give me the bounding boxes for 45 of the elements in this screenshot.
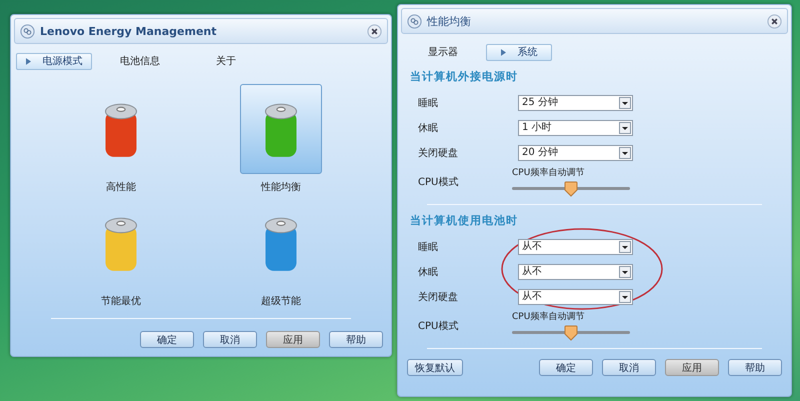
reset-button[interactable]: 恢复默认 [407, 359, 463, 376]
tab[interactable]: 关于 [188, 52, 264, 70]
mode-label: 节能最优 [101, 294, 141, 308]
dialog-button[interactable]: 取消 [203, 331, 257, 348]
dialog-button[interactable]: 确定 [539, 359, 593, 376]
tab[interactable]: 系统 [486, 44, 552, 60]
dialog-button[interactable]: 取消 [602, 359, 656, 376]
dropdown-field[interactable]: 从不 [518, 264, 633, 280]
close-icon[interactable] [767, 14, 782, 28]
setting-label: 关闭硬盘 [417, 146, 459, 160]
window-title: 性能均衡 [427, 14, 472, 28]
triangle-icon [500, 48, 506, 56]
mode-label: 超级节能 [261, 294, 301, 308]
dropdown-field[interactable]: 20 分钟 [518, 144, 633, 160]
setting-label: 关闭硬盘 [417, 290, 459, 304]
tab[interactable]: 电源模式 [16, 52, 92, 70]
setting-label: 休眠 [417, 122, 439, 134]
triangle-icon [26, 58, 30, 64]
setting-label: CPU模式 [417, 320, 460, 333]
tab[interactable]: 显示器 [410, 44, 476, 60]
slider-caption: CPU频率自动调节 [512, 310, 586, 323]
close-icon[interactable] [367, 24, 382, 38]
setting-label: 睡眠 [417, 240, 439, 254]
dialog-button[interactable]: 帮助 [329, 331, 383, 348]
app-icon [407, 14, 422, 28]
slider-thumb[interactable] [564, 181, 578, 197]
dialog-button[interactable]: 确定 [140, 331, 194, 348]
mode-tile[interactable] [240, 84, 322, 174]
dropdown-field[interactable]: 从不 [518, 288, 633, 304]
section-heading: 当计算机外接电源时 [410, 69, 519, 84]
mode-label: 性能均衡 [261, 180, 301, 194]
slider-caption: CPU频率自动调节 [512, 166, 586, 179]
setting-label: 睡眠 [417, 96, 439, 110]
dropdown-field[interactable]: 1 小时 [518, 120, 633, 136]
dropdown-field[interactable]: 从不 [518, 238, 633, 254]
tab[interactable]: 电池信息 [102, 52, 178, 70]
app-icon [20, 24, 35, 38]
setting-label: CPU模式 [417, 176, 460, 189]
mode-label: 高性能 [106, 180, 136, 194]
slider-thumb[interactable] [564, 325, 578, 341]
dropdown-field[interactable]: 25 分钟 [518, 94, 633, 110]
window-title: Lenovo Energy Management [40, 24, 218, 38]
dialog-button[interactable]: 帮助 [728, 359, 782, 376]
section-heading: 当计算机使用电池时 [410, 213, 519, 228]
setting-label: 休眠 [417, 266, 439, 278]
